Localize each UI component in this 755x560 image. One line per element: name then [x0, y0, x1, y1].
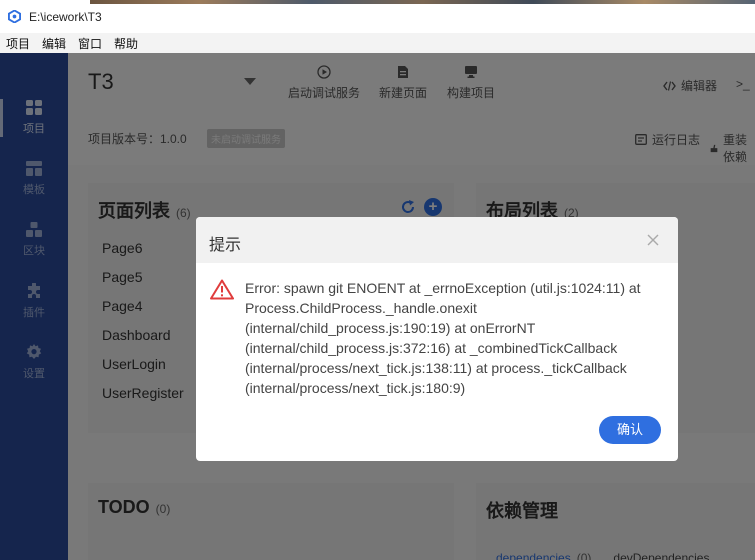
menu-bar: 项目 编辑 窗口 帮助: [0, 33, 755, 53]
dialog-title: 提示: [209, 237, 242, 254]
error-dialog: 提示 Error: spawn git ENOENT at _errnoExce…: [196, 217, 678, 461]
dialog-message: Error: spawn git ENOENT at _errnoExcepti…: [245, 280, 641, 396]
window-title: E:\icework\T3: [29, 9, 102, 24]
close-icon[interactable]: [646, 233, 660, 247]
warning-icon: [210, 279, 234, 300]
window-titlebar: E:\icework\T3: [0, 0, 755, 33]
dialog-header: 提示: [196, 217, 678, 263]
menu-help[interactable]: 帮助: [108, 35, 144, 52]
menu-edit[interactable]: 编辑: [36, 35, 72, 52]
menu-project[interactable]: 项目: [0, 35, 36, 52]
menu-window[interactable]: 窗口: [72, 35, 108, 52]
titlebar-background-strip: [90, 0, 755, 4]
confirm-button[interactable]: 确认: [599, 416, 661, 444]
app-icon: [8, 10, 21, 23]
